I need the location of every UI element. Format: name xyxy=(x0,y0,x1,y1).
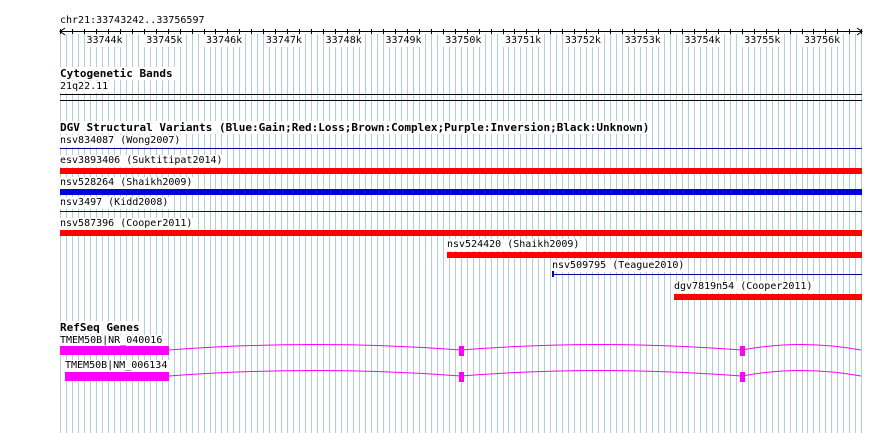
cytoband-name: 21q22.11 xyxy=(60,81,112,93)
variant-bar[interactable] xyxy=(60,168,862,174)
variant-label: nsv834087 (Wong2007) xyxy=(60,135,184,147)
ruler-tick-label: 33756k xyxy=(802,35,843,47)
variant-bar[interactable] xyxy=(447,252,862,258)
cytoband-line-bottom xyxy=(60,100,862,101)
ruler-tick-label: 33744k xyxy=(84,35,125,47)
cytoband-line-top xyxy=(60,94,862,95)
variant-label: nsv524420 (Shaikh2009) xyxy=(447,239,583,251)
ruler-tick-label: 33752k xyxy=(562,35,603,47)
ruler-tick-label: 33750k xyxy=(443,35,484,47)
variant-bar[interactable] xyxy=(552,274,862,275)
ruler-tick-label: 33746k xyxy=(204,35,245,47)
dgv-track-title: DGV Structural Variants (Blue:Gain;Red:L… xyxy=(60,121,653,134)
variant-bar[interactable] xyxy=(60,211,862,212)
variant-label: nsv528264 (Shaikh2009) xyxy=(60,177,196,189)
ruler-tick-label: 33753k xyxy=(622,35,663,47)
variant-label: nsv587396 (Cooper2011) xyxy=(60,218,196,230)
cytoband-track-title: Cytogenetic Bands xyxy=(60,67,176,80)
ruler-tick-label: 33749k xyxy=(383,35,424,47)
genome-browser-view: chr21:33743242..33756597 33744k 33745k 337… xyxy=(0,0,890,433)
variant-label: esv3893406 (Suktitipat2014) xyxy=(60,155,226,167)
variant-bar[interactable] xyxy=(674,294,862,300)
variant-label: nsv509795 (Teague2010) xyxy=(552,260,688,272)
variant-label: dgv7819n54 (Cooper2011) xyxy=(674,281,816,293)
ruler-tick-label: 33755k xyxy=(742,35,783,47)
transcript-label: TMEM50B|NR_040016 xyxy=(60,335,166,347)
variant-bar[interactable] xyxy=(60,230,862,236)
variant-start-mark xyxy=(552,271,554,277)
variant-bar[interactable] xyxy=(60,189,862,195)
locus-label: chr21:33743242..33756597 xyxy=(60,15,208,27)
ruler-tick-label: 33751k xyxy=(503,35,544,47)
ruler-tick-label: 33745k xyxy=(144,35,185,47)
variant-label: nsv3497 (Kidd2008) xyxy=(60,197,172,209)
transcript-label: TMEM50B|NM_006134 xyxy=(65,360,171,372)
ruler-tick-label: 33748k xyxy=(323,35,364,47)
refseq-track-title: RefSeq Genes xyxy=(60,321,143,334)
ruler-tick-label: 33747k xyxy=(263,35,304,47)
variant-bar[interactable] xyxy=(60,148,862,149)
ruler-tick-label: 33754k xyxy=(682,35,723,47)
